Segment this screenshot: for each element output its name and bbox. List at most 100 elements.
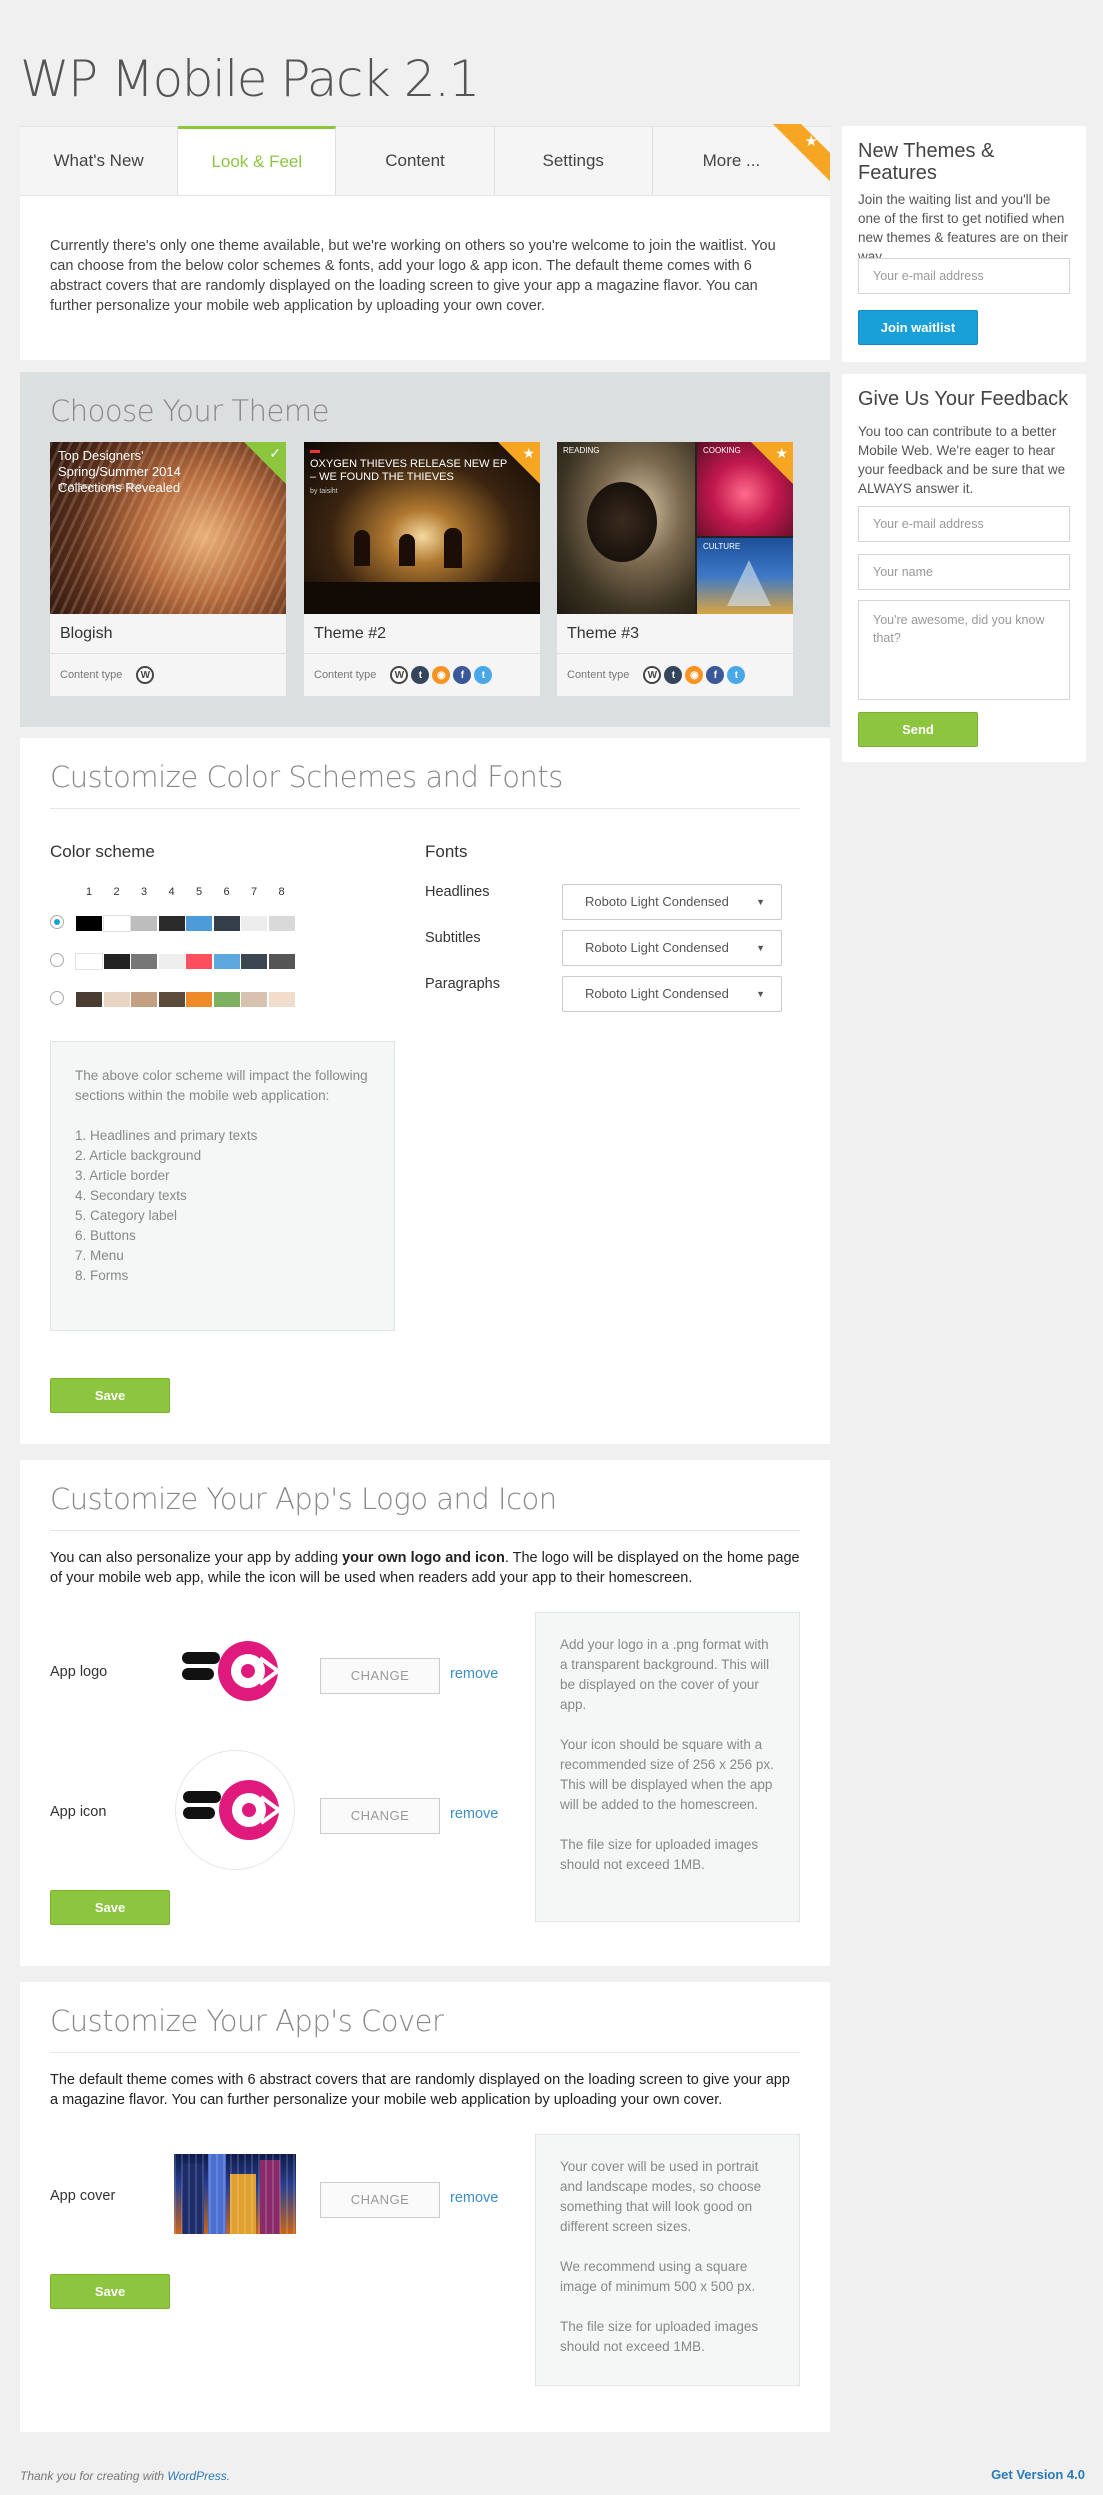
color-fonts-section: Customize Color Schemes and Fonts Color … — [20, 738, 830, 1444]
caret-down-icon: ▼ — [756, 943, 765, 953]
theme-preview-meta: BY STEFIN · 3 DAYS AGO — [58, 484, 142, 491]
tumblr-icon: t — [411, 666, 430, 684]
theme-card-3[interactable]: READING COOKING CULTURE ★ Theme #3 Conte… — [557, 442, 793, 696]
color-swatch — [213, 954, 240, 969]
headlines-font-select[interactable]: Roboto Light Condensed ▼ — [562, 884, 782, 920]
cover-section: Customize Your App's Cover The default t… — [20, 1982, 830, 2432]
tab-content[interactable]: Content — [336, 126, 495, 195]
info-text: Your cover will be used in portrait and … — [560, 2159, 762, 2234]
theme-preview-tag: READING — [563, 446, 600, 455]
intro-panel: Currently there's only one theme availab… — [20, 196, 830, 360]
remove-logo-link[interactable]: remove — [450, 1666, 498, 1682]
new-themes-text: Join the waiting list and you'll be one … — [858, 192, 1069, 264]
color-column-number: 4 — [168, 886, 175, 898]
theme-preview-caption: OXYGEN THIEVES RELEASE NEW EP – WE FOUND… — [310, 458, 508, 483]
check-icon: ✓ — [269, 445, 281, 461]
theme-card-2[interactable]: OXYGEN THIEVES RELEASE NEW EP – WE FOUND… — [304, 442, 540, 696]
more-ribbon-icon: ★ — [768, 124, 830, 186]
theme-name: Blogish — [50, 614, 286, 654]
info-list-item: 1. Headlines and primary texts — [75, 1128, 258, 1143]
info-intro: The above color scheme will impact the f… — [75, 1068, 368, 1103]
color-swatch — [186, 954, 212, 969]
rss-icon: ◉ — [685, 666, 704, 684]
content-type-label: Content type — [314, 669, 377, 681]
feedback-title: Give Us Your Feedback — [858, 388, 1069, 410]
color-swatch — [213, 992, 240, 1007]
remove-icon-link[interactable]: remove — [450, 1806, 498, 1822]
feedback-message-textarea[interactable]: You're awesome, did you know that? — [858, 600, 1070, 700]
info-text: The file size for uploaded images should… — [560, 2319, 759, 2354]
wordpress-link[interactable]: WordPress — [167, 2469, 226, 2483]
color-swatch — [268, 954, 295, 969]
feedback-text: You too can contribute to a better Mobil… — [858, 424, 1066, 496]
info-list-item: 7. Menu — [75, 1248, 124, 1263]
change-icon-button[interactable]: CHANGE — [320, 1798, 440, 1834]
change-logo-button[interactable]: CHANGE — [320, 1658, 440, 1694]
new-themes-panel: New Themes & Features Join the waiting l… — [842, 126, 1086, 362]
logo-section-title: Customize Your App's Logo and Icon — [50, 1482, 557, 1516]
color-scheme-radio-3[interactable] — [50, 991, 64, 1005]
paragraphs-font-select[interactable]: Roboto Light Condensed ▼ — [562, 976, 782, 1012]
cover-section-text: The default theme comes with 6 abstract … — [50, 2072, 790, 2108]
page-title: WP Mobile Pack 2.1 — [20, 50, 480, 108]
app-logo-label: App logo — [50, 1664, 108, 1680]
theme-card-blogish[interactable]: Top Designers' Spring/Summer 2014 Collec… — [50, 442, 286, 696]
theme-preview-image: OXYGEN THIEVES RELEASE NEW EP – WE FOUND… — [304, 442, 540, 614]
feedback-email-input[interactable]: Your e-mail address — [858, 506, 1070, 542]
fonts-label: Fonts — [425, 842, 468, 861]
color-column-number: 1 — [85, 886, 93, 898]
remove-cover-link[interactable]: remove — [450, 2190, 498, 2206]
get-version-link[interactable]: Get Version 4.0 — [991, 2467, 1085, 2482]
info-text: We recommend using a square image of min… — [560, 2259, 756, 2294]
save-cover-button[interactable]: Save — [50, 2274, 170, 2309]
send-feedback-button[interactable]: Send — [858, 712, 978, 747]
info-text: The file size for uploaded images should… — [560, 1837, 759, 1872]
theme-preview-tag: COOKING — [703, 446, 741, 455]
app-cover-image — [174, 2154, 296, 2234]
color-swatch — [186, 992, 212, 1007]
color-scheme-radio-1[interactable] — [50, 915, 64, 929]
app-icon-image — [175, 1750, 295, 1870]
color-swatch — [103, 992, 130, 1007]
color-column-number: 8 — [278, 886, 285, 898]
color-scheme-picker: 1 2 3 4 5 6 7 8 — [20, 738, 420, 1038]
feedback-name-input[interactable]: Your name — [858, 554, 1070, 590]
app-cover-label: App cover — [50, 2188, 116, 2204]
subtitles-font-select[interactable]: Roboto Light Condensed ▼ — [562, 930, 782, 966]
waitlist-email-input[interactable]: Your e-mail address — [858, 258, 1070, 294]
join-waitlist-button[interactable]: Join waitlist — [858, 310, 978, 345]
twitter-icon: t — [474, 666, 493, 684]
theme-name: Theme #2 — [304, 614, 540, 654]
content-type-row: Content type W t ◉ f t — [557, 654, 793, 696]
star-icon: ★ — [775, 445, 788, 461]
theme-name: Theme #3 — [557, 614, 793, 654]
info-list: 1. Headlines and primary texts 2. Articl… — [75, 1126, 370, 1286]
save-colors-button[interactable]: Save — [50, 1378, 170, 1413]
change-cover-button[interactable]: CHANGE — [320, 2182, 440, 2218]
logo-icon-section: Customize Your App's Logo and Icon You c… — [20, 1460, 830, 1966]
info-list-item: 5. Category label — [75, 1208, 178, 1223]
color-swatch — [213, 916, 240, 931]
tab-look-and-feel[interactable]: Look & Feel — [178, 126, 337, 195]
logo-icon-info: Add your logo in a .png format with a tr… — [535, 1612, 800, 1922]
theme-section-title: Choose Your Theme — [50, 394, 329, 428]
color-swatch — [241, 992, 267, 1007]
theme-preview-image: READING COOKING CULTURE ★ — [557, 442, 793, 614]
content-type-label: Content type — [567, 669, 630, 681]
color-scheme-radio-2[interactable] — [50, 953, 64, 967]
theme-preview-meta: by taisiht — [310, 488, 338, 495]
theme-section: Choose Your Theme Top Designers' Spring/… — [20, 372, 830, 727]
wordpress-icon: W — [390, 666, 409, 684]
wordpress-icon: W — [643, 666, 662, 684]
facebook-icon: f — [453, 666, 472, 684]
facebook-icon: f — [706, 666, 725, 684]
save-logo-button[interactable]: Save — [50, 1890, 170, 1925]
tab-settings[interactable]: Settings — [494, 126, 653, 195]
info-list-item: 3. Article border — [75, 1168, 170, 1183]
info-text: Your icon should be square with a recomm… — [560, 1737, 774, 1812]
color-swatch — [75, 953, 103, 970]
color-swatch — [268, 916, 295, 931]
tab-whats-new[interactable]: What's New — [20, 126, 179, 195]
caret-down-icon: ▼ — [756, 897, 765, 907]
color-scheme-info: The above color scheme will impact the f… — [50, 1041, 395, 1331]
